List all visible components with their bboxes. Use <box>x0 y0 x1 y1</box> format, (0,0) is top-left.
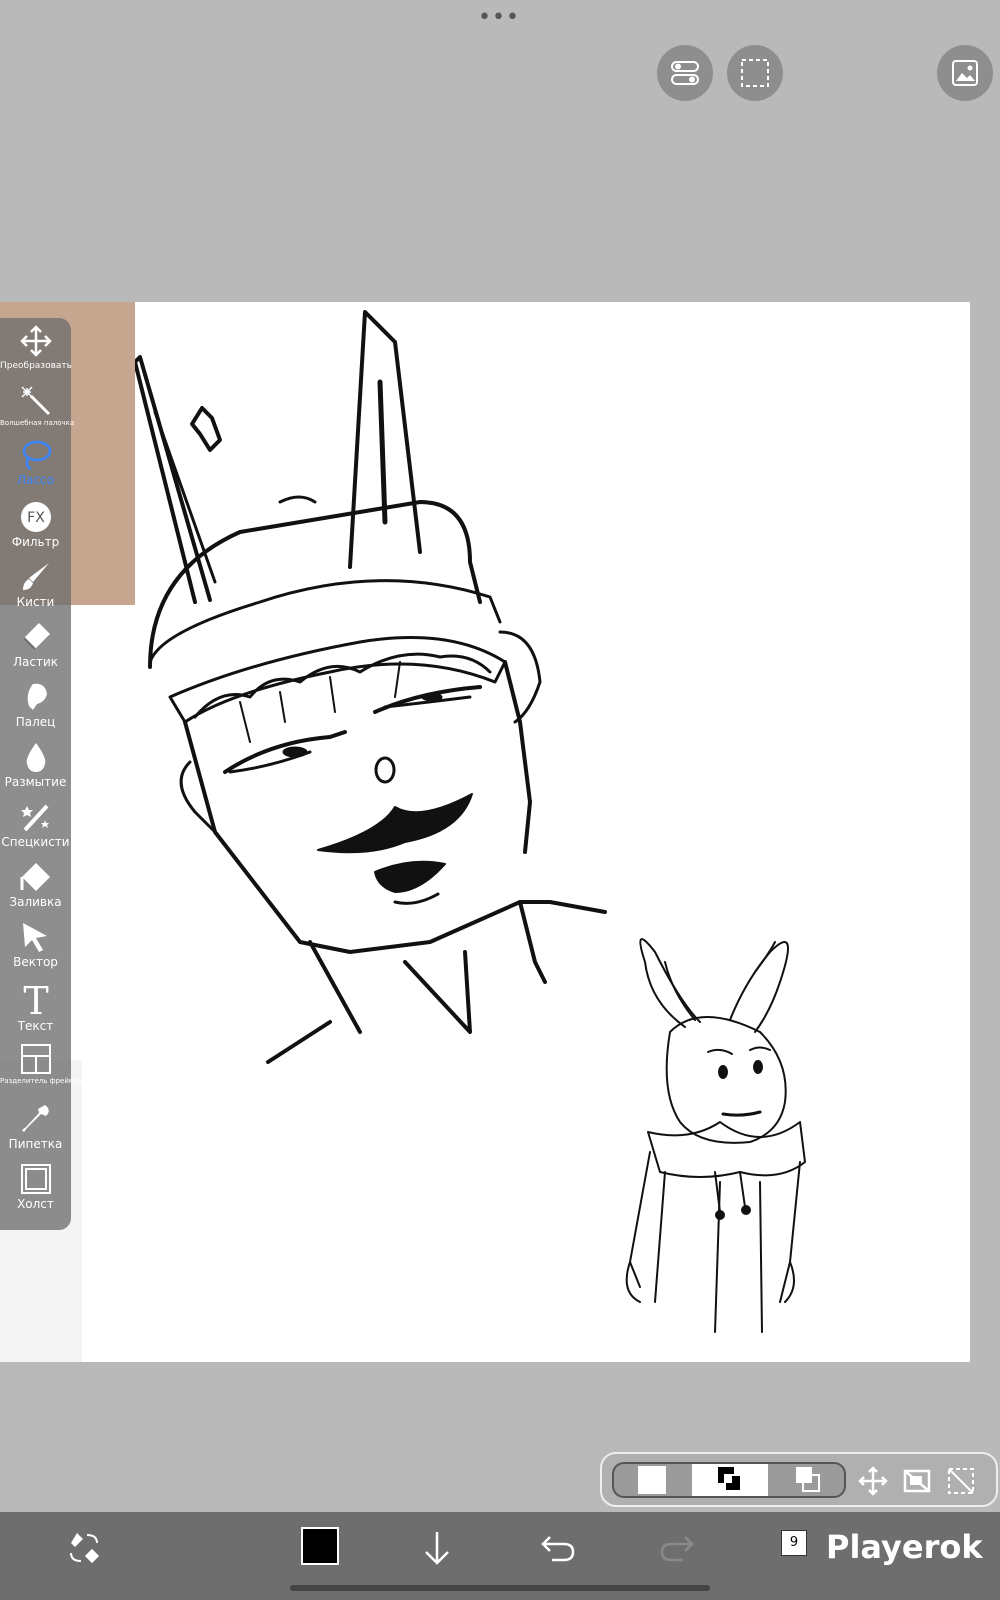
tool-blur[interactable]: Размытие <box>0 738 71 796</box>
tool-text[interactable]: T Текст <box>0 980 71 1038</box>
selection-button[interactable] <box>727 45 783 101</box>
eraser-icon <box>22 623 50 650</box>
tool-canvas[interactable]: Холст <box>0 1160 71 1218</box>
watermark-text: Playerok <box>826 1528 983 1566</box>
image-icon <box>952 60 978 86</box>
layer-white-option[interactable] <box>614 1464 690 1496</box>
blur-drop-icon <box>26 743 45 772</box>
brush-eraser-swap-icon <box>70 1533 100 1564</box>
tool-label: Холст <box>17 1197 54 1211</box>
undo-button[interactable] <box>538 1528 578 1568</box>
move-layer-button[interactable] <box>856 1464 890 1498</box>
arrow-down-icon <box>425 1532 449 1565</box>
tool-lasso[interactable]: Лассо <box>0 436 71 494</box>
undo-icon <box>541 1536 575 1562</box>
deselect-icon <box>948 1468 974 1494</box>
layers-button[interactable]: 9 <box>781 1530 807 1556</box>
tool-label: Пипетка <box>8 1137 63 1151</box>
tool-label: Вектор <box>13 955 58 969</box>
home-indicator <box>290 1585 710 1591</box>
sketch-drawing <box>133 310 806 1333</box>
smudge-finger-icon <box>27 683 47 710</box>
overlap-clip-icon <box>796 1467 820 1492</box>
color-swatch[interactable] <box>301 1527 339 1565</box>
tool-label: Ластик <box>12 655 58 669</box>
tool-magic-wand[interactable]: Волшебная палочка <box>0 382 75 440</box>
layer-quick-panel <box>600 1452 998 1507</box>
tool-eyedropper[interactable]: Пипетка <box>0 1100 71 1158</box>
more-menu-button[interactable]: ••• <box>478 7 519 29</box>
svg-text:FX: FX <box>27 510 45 526</box>
redo-button[interactable] <box>657 1528 697 1568</box>
frame-divider-icon <box>20 1044 51 1074</box>
tool-label: Волшебная палочка <box>0 419 75 427</box>
layer-blend-selector <box>612 1462 846 1498</box>
canvas-icon <box>20 1164 51 1194</box>
dashed-select-icon <box>741 59 769 87</box>
tool-label: Разделитель фреймов <box>0 1077 83 1085</box>
tool-label: Преобразовать <box>0 361 72 371</box>
tools-sidebar: Преобразовать Волшебная палочка Лассо FX… <box>0 318 83 1230</box>
fx-icon: FX <box>20 502 51 532</box>
brush-icon <box>22 563 49 590</box>
deselect-button[interactable] <box>944 1464 978 1498</box>
tool-label: Фильтр <box>11 535 60 549</box>
tool-label: Палец <box>15 715 56 729</box>
tool-filter[interactable]: FX Фильтр <box>0 498 71 556</box>
vector-cursor-icon <box>22 923 47 952</box>
swap-tool-button[interactable] <box>64 1528 104 1568</box>
tool-label: Спецкисти <box>1 835 70 849</box>
eyedropper-icon <box>21 1105 49 1132</box>
lasso-icon <box>22 440 51 471</box>
tool-label: Заливка <box>9 895 62 909</box>
clear-layer-icon <box>903 1469 931 1493</box>
tool-label: Текст <box>17 1019 54 1033</box>
tool-label: Размытие <box>4 775 67 789</box>
tool-eraser[interactable]: Ластик <box>0 618 71 676</box>
gallery-button[interactable] <box>937 45 993 101</box>
magic-wand-icon <box>20 386 50 416</box>
tool-vector[interactable]: Вектор <box>0 918 71 976</box>
tool-special-brush[interactable]: Спецкисти <box>0 798 71 856</box>
tool-brush[interactable]: Кисти <box>0 558 71 616</box>
svg-text:T: T <box>23 982 48 1018</box>
tool-transform[interactable]: Преобразовать <box>0 322 72 380</box>
move-arrows-icon <box>858 1466 888 1496</box>
drawing-canvas[interactable] <box>0 302 970 1362</box>
tool-fill[interactable]: Заливка <box>0 858 71 916</box>
overlap-black-icon <box>718 1467 742 1492</box>
tool-label: Кисти <box>16 595 55 609</box>
fill-bucket-icon <box>20 863 50 891</box>
layer-clip-option[interactable] <box>770 1464 844 1496</box>
tool-frame-divider[interactable]: Разделитель фреймов <box>0 1040 83 1098</box>
tool-smudge[interactable]: Палец <box>0 678 71 736</box>
white-layer-icon <box>638 1466 666 1494</box>
text-icon: T <box>23 982 48 1018</box>
tool-label: Лассо <box>17 473 54 487</box>
layer-black-option[interactable] <box>692 1464 768 1496</box>
download-button[interactable] <box>417 1528 457 1568</box>
toggle-settings-button[interactable] <box>657 45 713 101</box>
toggle-icon <box>671 61 699 85</box>
special-brush-icon <box>20 804 49 832</box>
transform-icon <box>19 325 52 357</box>
redo-icon <box>660 1536 694 1562</box>
clear-layer-button[interactable] <box>900 1464 934 1498</box>
